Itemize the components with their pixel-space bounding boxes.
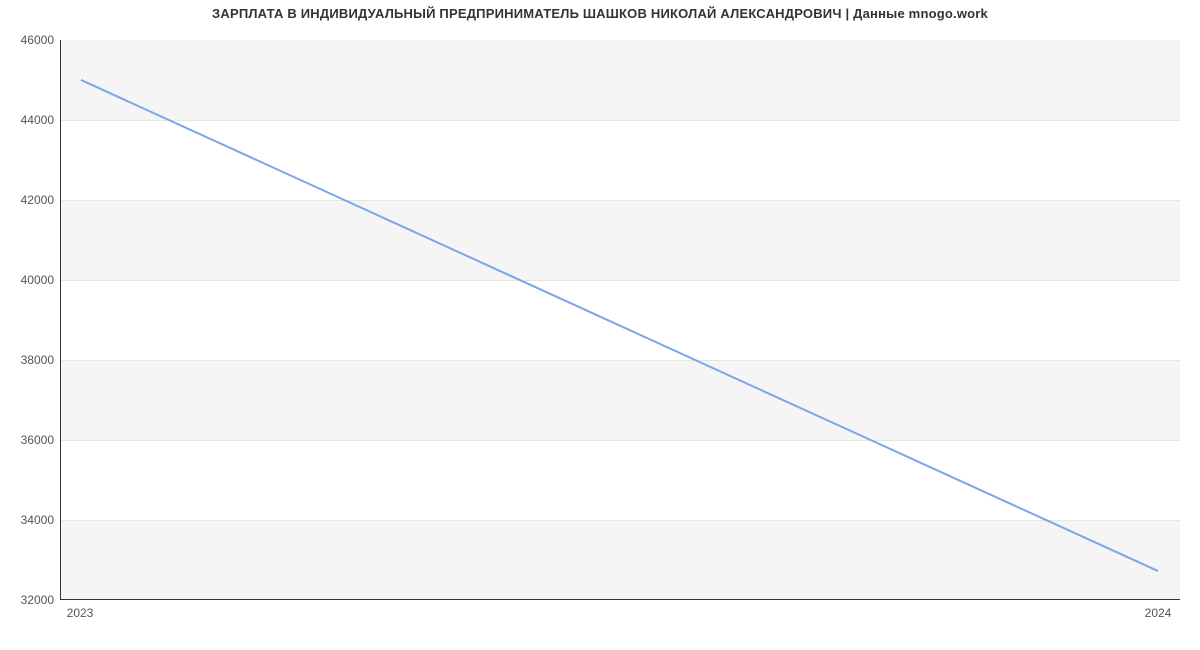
y-tick-label: 36000 — [4, 433, 54, 447]
y-tick-label: 34000 — [4, 513, 54, 527]
x-tick-label: 2024 — [1145, 606, 1172, 620]
x-tick-label: 2023 — [67, 606, 94, 620]
y-tick-label: 44000 — [4, 113, 54, 127]
y-tick-label: 32000 — [4, 593, 54, 607]
chart-title: ЗАРПЛАТА В ИНДИВИДУАЛЬНЫЙ ПРЕДПРИНИМАТЕЛ… — [0, 6, 1200, 21]
y-tick-label: 42000 — [4, 193, 54, 207]
y-tick-label: 38000 — [4, 353, 54, 367]
y-tick-label: 46000 — [4, 33, 54, 47]
series-line — [81, 80, 1158, 571]
line-layer — [61, 40, 1180, 599]
plot-area — [60, 40, 1180, 600]
y-tick-label: 40000 — [4, 273, 54, 287]
chart-container: ЗАРПЛАТА В ИНДИВИДУАЛЬНЫЙ ПРЕДПРИНИМАТЕЛ… — [0, 0, 1200, 650]
